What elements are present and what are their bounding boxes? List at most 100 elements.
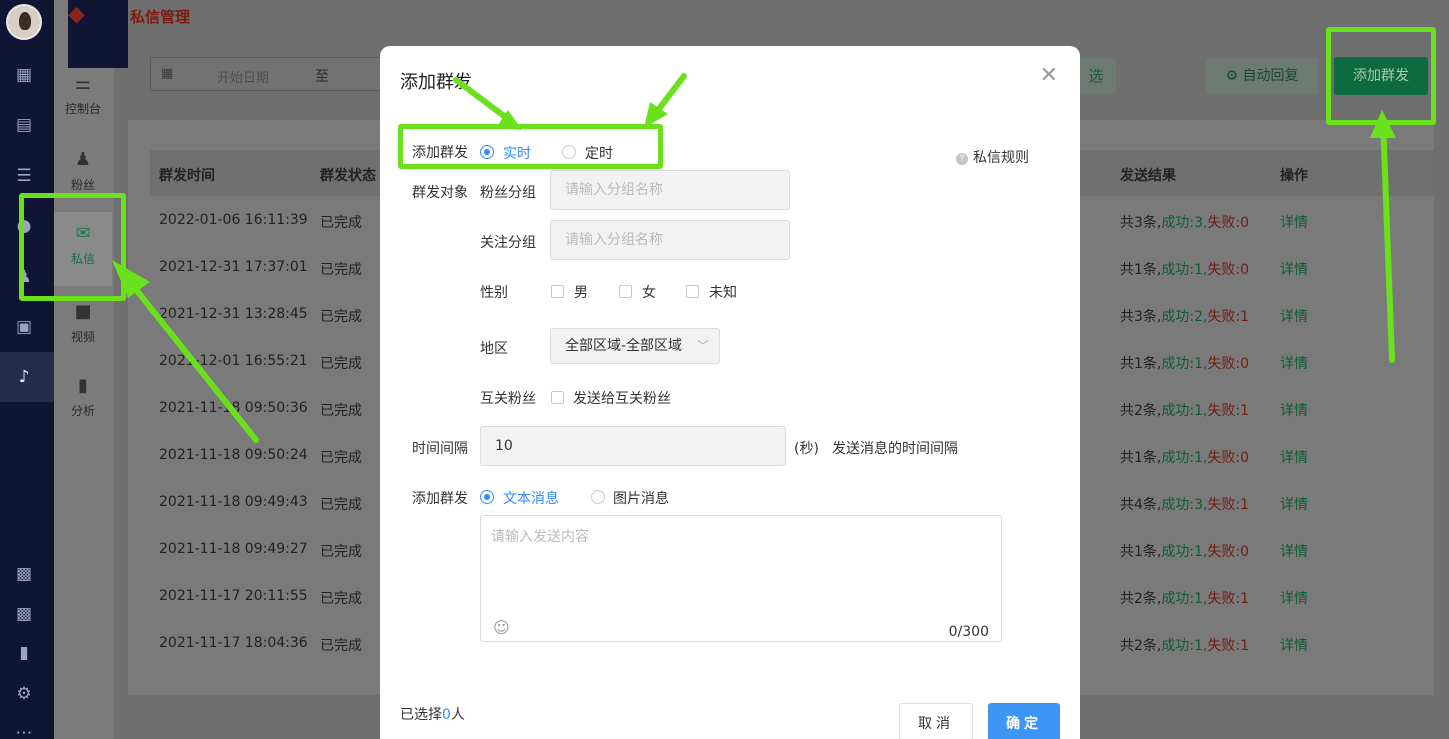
row-detail-link[interactable]: 详情	[1280, 306, 1308, 326]
row-detail-link[interactable]: 详情	[1280, 635, 1308, 655]
help-icon: ?	[956, 153, 968, 165]
row-time: 2021-11-17 20:11:55	[159, 588, 308, 604]
row-result: 共4条,成功:3,失败:1	[1120, 494, 1249, 514]
annotation-box-send-type	[398, 124, 663, 169]
row-detail-link[interactable]: 详情	[1280, 494, 1308, 514]
message-textarea[interactable]: 请输入发送内容 ☺ 0/300	[480, 515, 1002, 642]
result-total: 共1条,	[1120, 450, 1162, 466]
bar-chart-icon[interactable]: ▮	[13, 642, 35, 664]
row-result: 共3条,成功:3,失败:0	[1120, 212, 1249, 232]
radio-text-message-label[interactable]: 文本消息	[503, 488, 559, 508]
annotation-box-add-button	[1326, 27, 1436, 125]
robot-alt-icon[interactable]: ▩	[13, 603, 35, 625]
row-time: 2021-12-31 13:28:45	[159, 306, 308, 322]
region-select[interactable]: 全部区域-全部区域 ﹀	[550, 328, 720, 364]
result-total: 共1条,	[1120, 262, 1162, 278]
row-detail-link[interactable]: 详情	[1280, 259, 1308, 279]
result-fail: 失败:1	[1207, 591, 1250, 607]
fan-group-input[interactable]: 请输入分组名称	[550, 170, 790, 210]
row-detail-link[interactable]: 详情	[1280, 541, 1308, 561]
row-result: 共2条,成功:1,失败:1	[1120, 588, 1249, 608]
list-icon[interactable]: ☰	[13, 165, 35, 187]
chat-icon[interactable]: ▤	[13, 114, 35, 136]
row-result: 共3条,成功:2,失败:1	[1120, 306, 1249, 326]
row-time: 2021-12-31 17:37:01	[159, 259, 308, 275]
row-status: 已完成	[320, 356, 362, 372]
result-ok: 成功:1,	[1161, 356, 1208, 372]
select-button[interactable]: 选	[1076, 58, 1116, 94]
clipboard-icon[interactable]: ▣	[13, 316, 35, 338]
row-detail-link[interactable]: 详情	[1280, 400, 1308, 420]
emoji-icon[interactable]: ☺	[493, 618, 510, 637]
gender-female-checkbox[interactable]	[619, 285, 632, 298]
result-ok: 成功:1,	[1161, 591, 1208, 607]
row-detail-link[interactable]: 详情	[1280, 353, 1308, 373]
subnav-label: 分析	[70, 404, 95, 418]
selected-prefix: 已选择	[400, 707, 442, 723]
result-fail: 失败:0	[1207, 544, 1250, 560]
mutual-fans-option[interactable]: 发送给互关粉丝	[573, 388, 671, 408]
gender-male-checkbox[interactable]	[551, 285, 564, 298]
robot-icon[interactable]: ▩	[13, 563, 35, 585]
row-detail-link[interactable]: 详情	[1280, 588, 1308, 608]
row-result: 共2条,成功:1,失败:1	[1120, 400, 1249, 420]
result-total: 共3条,	[1120, 309, 1162, 325]
auto-reply-label: 自动回复	[1242, 68, 1299, 84]
rules-link[interactable]: ? 私信规则	[956, 147, 1029, 167]
gear-icon[interactable]: ⚙	[13, 683, 35, 705]
row-status: 已完成	[320, 262, 362, 278]
row-detail-link[interactable]: 详情	[1280, 212, 1308, 232]
gender-label: 性别	[480, 285, 508, 301]
interval-unit: (秒)	[794, 441, 819, 457]
result-fail: 失败:0	[1207, 356, 1250, 372]
mutual-fans-checkbox[interactable]	[551, 391, 564, 404]
cancel-button[interactable]: 取消	[899, 703, 973, 739]
dialog-title: 添加群发	[400, 72, 472, 93]
video-icon: ■	[74, 301, 92, 322]
result-ok: 成功:2,	[1161, 309, 1208, 325]
avatar[interactable]	[6, 4, 42, 40]
follow-group-input[interactable]: 请输入分组名称	[550, 220, 790, 260]
result-ok: 成功:3,	[1161, 215, 1208, 231]
confirm-button[interactable]: 确定	[988, 703, 1060, 739]
subnav-item-console[interactable]: ⚌ 控制台	[54, 74, 112, 117]
result-ok: 成功:1,	[1161, 450, 1208, 466]
auto-reply-button[interactable]: ⚙ 自动回复	[1206, 58, 1318, 94]
subnav-item-fans[interactable]: ♟ 粉丝	[54, 150, 112, 193]
gender-unknown-label[interactable]: 未知	[709, 282, 737, 302]
row-status: 已完成	[320, 591, 362, 607]
gender-unknown-checkbox[interactable]	[686, 285, 699, 298]
radio-image-message-label[interactable]: 图片消息	[613, 488, 669, 508]
column-header-result: 发送结果	[1120, 168, 1176, 184]
subnav-item-video[interactable]: ■ 视频	[54, 302, 112, 345]
column-header-action: 操作	[1280, 168, 1308, 184]
result-fail: 失败:1	[1207, 403, 1250, 419]
radio-image-message[interactable]	[591, 490, 605, 504]
dashboard-icon[interactable]: ▦	[13, 64, 35, 86]
date-range-picker[interactable]: ▦ 开始日期 至	[150, 57, 390, 91]
char-counter: 0/300	[948, 624, 989, 640]
selected-number: 0	[442, 707, 451, 723]
more-icon[interactable]: ⋯	[13, 722, 35, 739]
follow-group-label: 关注分组	[480, 235, 536, 251]
message-type-label: 添加群发	[412, 491, 468, 507]
radio-text-message[interactable]	[480, 490, 494, 504]
close-icon[interactable]: ✕	[1040, 64, 1058, 88]
selected-count: 已选择0人	[400, 704, 465, 724]
subnav-label: 视频	[70, 330, 95, 344]
result-fail: 失败:0	[1207, 215, 1250, 231]
chevron-down-icon: ﹀	[696, 339, 709, 353]
row-status: 已完成	[320, 638, 362, 654]
gender-male-label[interactable]: 男	[574, 282, 588, 302]
gender-female-label[interactable]: 女	[642, 282, 656, 302]
subnav-item-analytics[interactable]: ▮ 分析	[54, 376, 112, 419]
result-ok: 成功:3,	[1161, 497, 1208, 513]
row-time: 2021-12-01 16:55:21	[159, 353, 308, 369]
rules-label: 私信规则	[973, 150, 1029, 166]
row-detail-link[interactable]: 详情	[1280, 447, 1308, 467]
rail-active-item[interactable]: ♪	[0, 352, 54, 402]
row-status: 已完成	[320, 403, 362, 419]
subnav-label: 控制台	[64, 102, 101, 116]
row-time: 2021-11-17 18:04:36	[159, 635, 308, 651]
interval-input[interactable]: 10	[480, 426, 786, 466]
